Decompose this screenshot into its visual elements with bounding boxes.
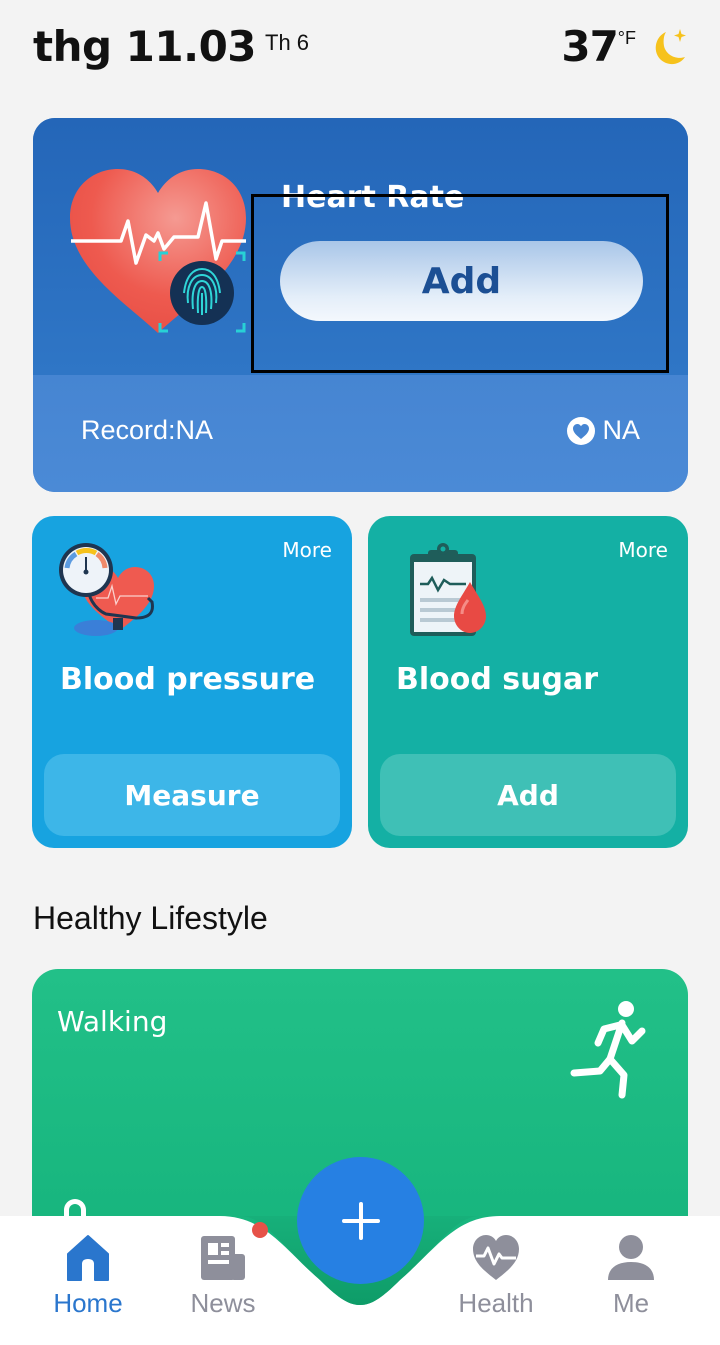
nav-me-label: Me xyxy=(612,1288,650,1318)
blood-pressure-more-link[interactable]: More xyxy=(282,538,332,562)
clipboard-blood-drop-icon xyxy=(410,543,486,636)
heart-rate-card[interactable]: Heart Rate Add Record:NA NA xyxy=(33,118,688,492)
blood-pressure-monitor-icon xyxy=(59,543,154,636)
moon-star-icon xyxy=(655,29,686,65)
heart-pulse-icon xyxy=(473,1235,519,1280)
healthy-lifestyle-heading: Healthy Lifestyle xyxy=(33,900,268,936)
news-notification-badge xyxy=(252,1222,268,1238)
heart-rate-record: Record:NA xyxy=(81,415,214,445)
heart-rate-latest: NA xyxy=(566,415,640,446)
blood-pressure-measure-button[interactable]: Measure xyxy=(44,754,340,836)
weekday-label: Th 6 xyxy=(265,30,310,55)
walking-title: Walking xyxy=(57,1005,168,1038)
temperature-unit: °F xyxy=(617,28,636,48)
heart-rate-add-button[interactable]: Add xyxy=(280,241,643,321)
nav-me[interactable]: Me xyxy=(576,1232,686,1332)
blood-sugar-title: Blood sugar xyxy=(396,662,599,697)
person-icon xyxy=(608,1235,654,1280)
date-label: thg 11.03 xyxy=(33,22,257,71)
heart-circle-icon xyxy=(567,416,596,445)
weather-widget[interactable]: 37 °F xyxy=(561,22,690,82)
nav-health[interactable]: Health xyxy=(441,1232,551,1332)
nav-home[interactable]: Home xyxy=(33,1232,143,1332)
blood-pressure-title: Blood pressure xyxy=(60,662,316,697)
heart-rate-value: NA xyxy=(602,415,640,445)
heart-fingerprint-icon xyxy=(70,169,246,333)
nav-home-label: Home xyxy=(53,1288,123,1318)
blood-pressure-card[interactable]: More Blood pressure Measure xyxy=(32,516,352,848)
nav-health-label: Health xyxy=(458,1288,534,1318)
home-screen: thg 11.03 Th 6 37 °F Heart Rate Add Reco… xyxy=(0,0,720,1345)
plus-icon xyxy=(341,1201,380,1240)
add-record-fab[interactable] xyxy=(297,1157,424,1284)
blood-sugar-more-link[interactable]: More xyxy=(618,538,668,562)
running-person-icon xyxy=(570,1001,646,1099)
blood-sugar-add-button[interactable]: Add xyxy=(380,754,676,836)
nav-news-label: News xyxy=(190,1288,256,1318)
blood-sugar-card[interactable]: More Blood sugar Add xyxy=(368,516,688,848)
temperature-value: 37 xyxy=(561,22,618,71)
heart-rate-title: Heart Rate xyxy=(281,180,465,215)
newspaper-icon xyxy=(201,1236,245,1280)
header: thg 11.03 Th 6 37 °F xyxy=(33,22,690,82)
home-icon xyxy=(67,1235,109,1281)
nav-news[interactable]: News xyxy=(168,1232,278,1332)
